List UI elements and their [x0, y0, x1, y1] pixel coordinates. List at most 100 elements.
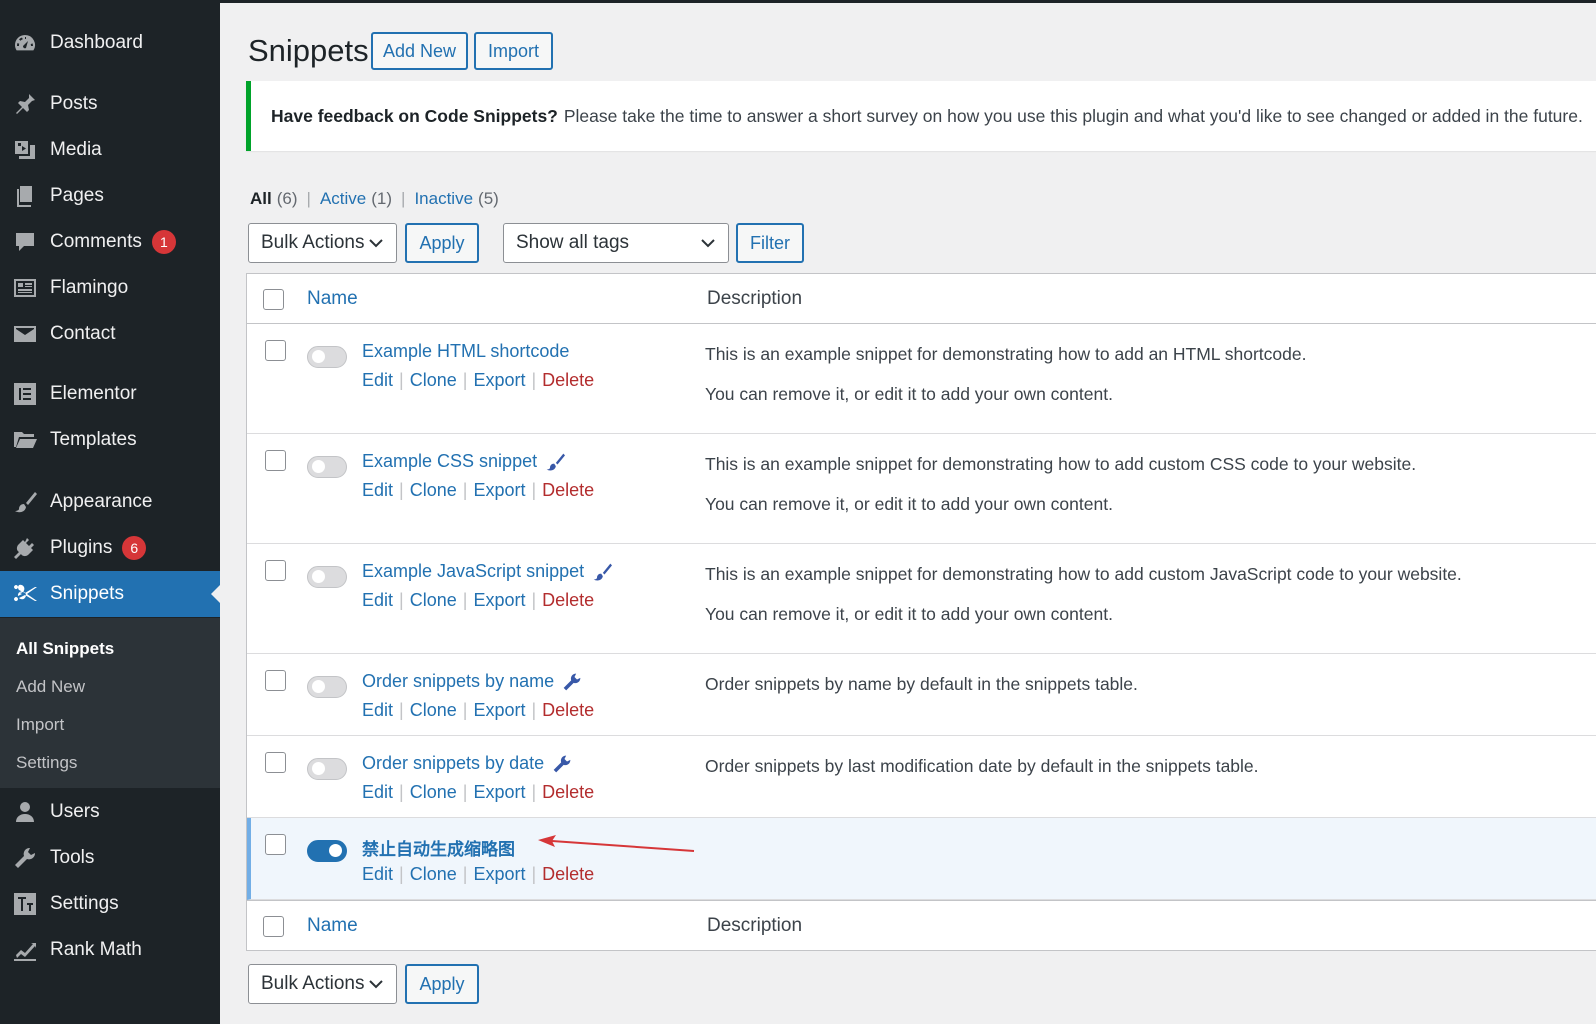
delete-link[interactable]: Delete	[542, 480, 594, 501]
activation-toggle[interactable]	[307, 346, 347, 368]
sidebar-item-media[interactable]: Media	[0, 127, 220, 173]
sidebar-item-posts[interactable]: Posts	[0, 81, 220, 127]
snippet-name-link[interactable]: Order snippets by date	[362, 753, 572, 774]
plugin-icon	[12, 537, 38, 559]
clone-link[interactable]: Clone	[410, 700, 457, 721]
wrench-icon	[12, 847, 38, 869]
pin-icon	[12, 93, 38, 115]
plugins-count-badge: 6	[122, 536, 147, 560]
sidebar-item-plugins[interactable]: Plugins 6	[0, 525, 220, 571]
select-all-checkbox[interactable]	[263, 289, 284, 310]
submenu-add-new[interactable]: Add New	[0, 668, 220, 706]
submenu-import[interactable]: Import	[0, 706, 220, 744]
sidebar-item-users[interactable]: Users	[0, 789, 220, 835]
filter-button[interactable]: Filter	[736, 223, 804, 263]
sidebar-item-label: Comments	[50, 231, 142, 252]
select-all-checkbox-bottom[interactable]	[263, 916, 284, 937]
clone-link[interactable]: Clone	[410, 480, 457, 501]
snippet-description: Order snippets by name by default in the…	[705, 674, 1138, 694]
export-link[interactable]: Export	[473, 864, 525, 885]
snippet-name-link[interactable]: Example HTML shortcode	[362, 341, 569, 362]
table-row: Example HTML shortcode Edit | Clone | Expo…	[247, 324, 1596, 434]
tags-select[interactable]: Show all tags	[503, 223, 729, 263]
row-checkbox[interactable]	[265, 670, 286, 691]
sidebar-item-comments[interactable]: Comments 1	[0, 219, 220, 265]
delete-link[interactable]: Delete	[542, 590, 594, 611]
submenu-settings[interactable]: Settings	[0, 744, 220, 782]
snippet-name-link[interactable]: 禁止自动生成缩略图	[362, 835, 515, 860]
row-checkbox[interactable]	[265, 340, 286, 361]
export-link[interactable]: Export	[473, 480, 525, 501]
sidebar-item-flamingo[interactable]: Flamingo	[0, 265, 220, 311]
edit-link[interactable]: Edit	[362, 370, 393, 391]
view-active[interactable]: Active	[320, 189, 366, 209]
sidebar-item-settings[interactable]: Settings	[0, 881, 220, 927]
add-new-button[interactable]: Add New	[371, 32, 468, 70]
row-checkbox[interactable]	[265, 834, 286, 855]
activation-toggle[interactable]	[307, 566, 347, 588]
activation-toggle[interactable]	[307, 758, 347, 780]
view-separator: |	[306, 189, 311, 208]
sidebar-item-label: Elementor	[50, 383, 137, 404]
delete-link[interactable]: Delete	[542, 700, 594, 721]
apply-button-top[interactable]: Apply	[405, 223, 479, 263]
sidebar-item-label: Flamingo	[50, 277, 129, 298]
sidebar-item-label: Appearance	[50, 491, 153, 512]
row-checkbox[interactable]	[265, 752, 286, 773]
tags-select-value: Show all tags	[516, 232, 630, 253]
export-link[interactable]: Export	[473, 782, 525, 803]
sidebar-item-elementor[interactable]: Elementor	[0, 371, 220, 417]
edit-link[interactable]: Edit	[362, 864, 393, 885]
sidebar-item-tools[interactable]: Tools	[0, 835, 220, 881]
import-button[interactable]: Import	[474, 32, 553, 70]
sidebar-item-dashboard[interactable]: Dashboard	[0, 20, 220, 66]
clone-link[interactable]: Clone	[410, 864, 457, 885]
activation-toggle[interactable]	[307, 676, 347, 698]
sidebar-item-label: Tools	[50, 847, 95, 868]
bulk-actions-select-bottom[interactable]: Bulk Actions	[248, 964, 397, 1004]
bulk-actions-value: Bulk Actions	[261, 973, 365, 994]
sidebar-item-contact[interactable]: Contact	[0, 311, 220, 357]
clone-link[interactable]: Clone	[410, 782, 457, 803]
folder-icon	[12, 429, 38, 451]
edit-link[interactable]: Edit	[362, 590, 393, 611]
export-link[interactable]: Export	[473, 700, 525, 721]
view-inactive-count: (5)	[478, 189, 499, 208]
delete-link[interactable]: Delete	[542, 864, 594, 885]
export-link[interactable]: Export	[473, 590, 525, 611]
row-actions: Edit | Clone | Export | Delete	[362, 864, 595, 885]
delete-link[interactable]: Delete	[542, 782, 594, 803]
view-all[interactable]: All	[250, 189, 272, 209]
sidebar-item-rank-math[interactable]: Rank Math	[0, 927, 220, 973]
sidebar-item-templates[interactable]: Templates	[0, 417, 220, 463]
row-checkbox[interactable]	[265, 450, 286, 471]
table-row: Example JavaScript snippet Edit | Clone | …	[247, 544, 1596, 654]
snippet-description: This is an example snippet for demonstra…	[705, 454, 1417, 474]
column-name-header[interactable]: Name	[307, 288, 358, 310]
row-checkbox[interactable]	[265, 560, 286, 581]
activation-toggle[interactable]	[307, 456, 347, 478]
snippet-name-link[interactable]: Order snippets by name	[362, 671, 582, 692]
bulk-actions-select-top[interactable]: Bulk Actions	[248, 223, 397, 263]
export-link[interactable]: Export	[473, 370, 525, 391]
sidebar-item-appearance[interactable]: Appearance	[0, 479, 220, 525]
main-content: Snippets Add New Import Have feedback on…	[220, 3, 1596, 1024]
apply-button-bottom[interactable]: Apply	[405, 964, 479, 1004]
clone-link[interactable]: Clone	[410, 370, 457, 391]
clone-link[interactable]: Clone	[410, 590, 457, 611]
snippet-description: This is an example snippet for demonstra…	[705, 344, 1307, 364]
delete-link[interactable]: Delete	[542, 370, 594, 391]
snippet-name-link[interactable]: Example JavaScript snippet	[362, 561, 613, 582]
activation-toggle[interactable]	[307, 840, 347, 862]
column-name-footer[interactable]: Name	[307, 915, 358, 937]
chevron-down-icon	[369, 980, 383, 989]
submenu-all-snippets[interactable]: All Snippets	[0, 630, 220, 668]
snippet-name-link[interactable]: Example CSS snippet	[362, 451, 566, 472]
edit-link[interactable]: Edit	[362, 782, 393, 803]
sidebar-item-pages[interactable]: Pages	[0, 173, 220, 219]
edit-link[interactable]: Edit	[362, 480, 393, 501]
view-inactive[interactable]: Inactive	[414, 189, 473, 209]
edit-link[interactable]: Edit	[362, 700, 393, 721]
sidebar-item-snippets[interactable]: Snippets	[0, 571, 220, 617]
notice-title: Have feedback on Code Snippets?	[271, 105, 558, 126]
